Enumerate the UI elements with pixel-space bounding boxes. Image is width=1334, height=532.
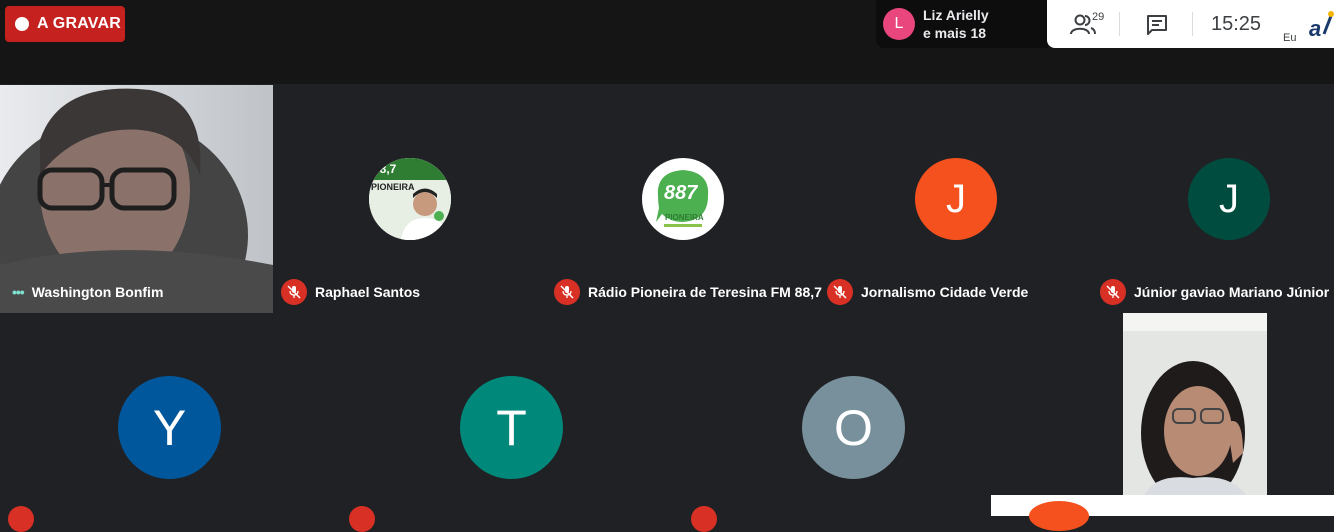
svg-text:PIONEIRA: PIONEIRA [371, 182, 415, 192]
svg-text:88,7: 88,7 [373, 162, 397, 176]
logo-number: 887 [664, 182, 698, 204]
participant-name-row: Raphael Santos [281, 279, 420, 305]
mic-off-icon[interactable] [349, 506, 375, 532]
camera-feed-image [1123, 313, 1267, 498]
participant-initial-avatar: T [460, 376, 563, 479]
recording-indicator[interactable]: A GRAVAR [5, 6, 125, 42]
mic-off-icon[interactable] [8, 506, 34, 532]
mic-off-icon[interactable] [1100, 279, 1126, 305]
participant-name-row: Júnior gaviao Mariano Júnior [1100, 279, 1329, 305]
participant-tile[interactable]: O [682, 320, 1024, 532]
notification-others: e mais 18 [923, 25, 987, 41]
participant-name-row: Rádio Pioneira de Teresina FM 88,7 [554, 279, 822, 305]
participant-initial-avatar: J [1188, 158, 1270, 240]
notification-avatar: L [883, 8, 915, 40]
participant-name: Júnior gaviao Mariano Júnior [1134, 284, 1330, 300]
participant-name-row: ••• Washington Bonfim [12, 284, 163, 300]
join-notification[interactable]: L Liz Arielly e mais 18 [876, 0, 1048, 48]
participant-tile[interactable]: 887 PIONEIRA Rádio Pioneira de Teresina … [546, 85, 822, 313]
brand-logo-icon: a [1309, 11, 1334, 41]
clock: 15:25 [1211, 13, 1262, 35]
mic-off-icon[interactable] [281, 279, 307, 305]
svg-text:a: a [1309, 16, 1321, 41]
recording-label: A GRAVAR [37, 15, 121, 32]
self-label: Eu [1283, 32, 1297, 44]
participant-name-row: Jornalismo Cidade Verde [827, 279, 1028, 305]
radio-logo-icon: 887 PIONEIRA [656, 170, 709, 227]
divider [1119, 12, 1120, 36]
participant-tile[interactable]: Y [0, 320, 340, 532]
participant-name: Rádio Pioneira de Teresina FM 88,7 [588, 284, 822, 300]
participant-photo: 88,7 PIONEIRA [369, 158, 451, 240]
divider [1192, 12, 1193, 36]
participant-tile-video[interactable] [1123, 313, 1267, 498]
camera-feed-image [0, 85, 273, 313]
participant-name: Washington Bonfim [31, 284, 164, 300]
participant-initial-avatar: J [915, 158, 997, 240]
notification-name: Liz Arielly [923, 7, 989, 23]
record-dot-icon [15, 17, 29, 31]
participant-tile[interactable]: J Júnior gaviao Mariano Júnior [1093, 85, 1334, 313]
participant-tile[interactable]: T [340, 320, 682, 532]
participant-tile[interactable]: 88,7 PIONEIRA Raphael Santos [273, 85, 546, 313]
mic-off-icon[interactable] [827, 279, 853, 305]
mic-off-icon[interactable] [691, 506, 717, 532]
mic-off-icon[interactable] [554, 279, 580, 305]
participant-logo: 887 PIONEIRA [642, 158, 724, 240]
logo-text: PIONEIRA [665, 213, 704, 222]
participant-name: Raphael Santos [315, 284, 421, 300]
participant-initial-avatar: O [802, 376, 905, 479]
participant-tile-video[interactable]: ••• Washington Bonfim [0, 85, 273, 313]
chat-icon[interactable] [1144, 12, 1170, 38]
participant-name: Jornalismo Cidade Verde [861, 284, 1029, 300]
meeting-controls: 29 15:25 Eu a [1047, 0, 1334, 48]
self-view-panel[interactable] [991, 495, 1334, 531]
speaking-indicator-icon: ••• [12, 284, 25, 300]
participant-tile[interactable]: J Jornalismo Cidade Verde [820, 85, 1093, 313]
self-avatar [1029, 501, 1089, 531]
people-count: 29 [1092, 11, 1105, 23]
participant-initial-avatar: Y [118, 376, 221, 479]
